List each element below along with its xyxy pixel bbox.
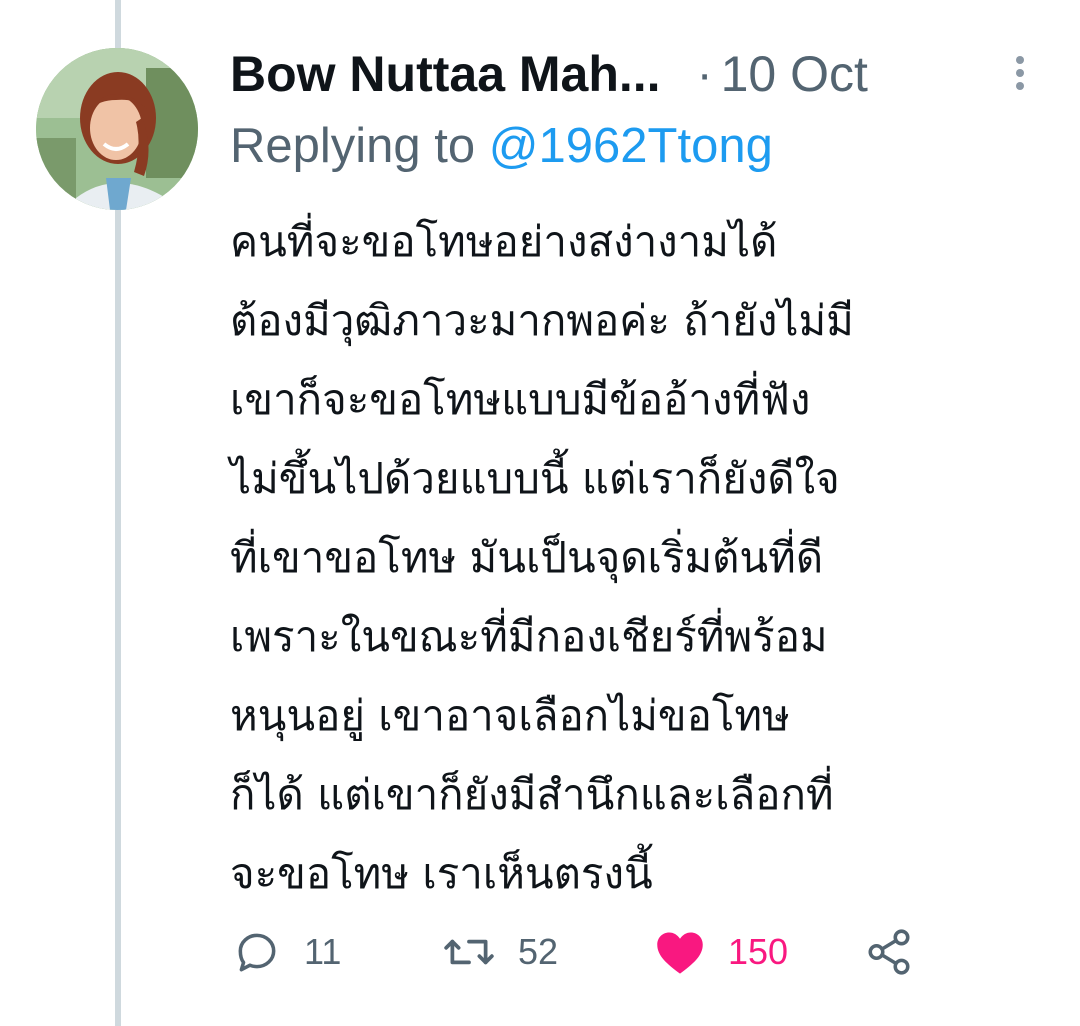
- separator-dot: ·: [696, 47, 713, 101]
- tweet-text-line: ไม่ขึ้นไปด้วยแบบนี้ แต่เราก็ยังดีใจ: [230, 454, 840, 503]
- reply-button[interactable]: 11: [232, 922, 341, 982]
- tweet-text-line: ต้องมีวุฒิภาวะมากพอค่ะ ถ้ายังไม่มี: [230, 296, 854, 345]
- tweet-text-line: ก็ได้ แต่เขาก็ยังมีสำนึกและเลือกที่: [230, 770, 834, 819]
- tweet-text-line: ที่เขาขอโทษ มันเป็นจุดเริ่มต้นที่ดี: [230, 533, 824, 582]
- tweet-text-line: จะขอโทษ เราเห็นตรงนี้: [230, 849, 653, 898]
- tweet-header: Bow Nuttaa Mah... · 10 Oct: [230, 42, 1030, 106]
- retweet-button[interactable]: 52: [442, 922, 558, 982]
- reply-handle-link[interactable]: @1962Ttong: [489, 119, 773, 173]
- author-name[interactable]: Bow Nuttaa Mah...: [230, 45, 661, 103]
- replying-to: Replying to @1962Ttong: [230, 118, 773, 174]
- tweet-text-line: เขาก็จะขอโทษแบบมีข้ออ้างที่ฟัง: [230, 375, 811, 424]
- tweet-text-line: เพราะในขณะที่มีกองเชียร์ที่พร้อม: [230, 612, 828, 661]
- tweet-text-line: หนุนอยู่ เขาอาจเลือกไม่ขอโทษ: [230, 691, 790, 740]
- heart-icon: [657, 932, 703, 974]
- tweet-text: คนที่จะขอโทษอย่างสง่างามได้ ต้องมีวุฒิภา…: [230, 202, 1060, 913]
- share-icon: [868, 929, 910, 975]
- reply-count: 11: [304, 931, 342, 972]
- like-count: 150: [728, 931, 789, 972]
- tweet-timestamp[interactable]: 10 Oct: [721, 45, 868, 103]
- retweet-icon: [444, 939, 494, 965]
- avatar-photo: [36, 48, 198, 210]
- share-button[interactable]: [864, 922, 914, 982]
- tweet-text-line: คนที่จะขอโทษอย่างสง่างามได้: [230, 217, 778, 266]
- reply-icon: [238, 933, 276, 972]
- retweet-count: 52: [518, 931, 559, 972]
- more-options-icon[interactable]: [1008, 56, 1032, 96]
- avatar[interactable]: [36, 48, 198, 210]
- reply-prefix: Replying to: [230, 119, 476, 173]
- like-button[interactable]: 150: [654, 922, 788, 982]
